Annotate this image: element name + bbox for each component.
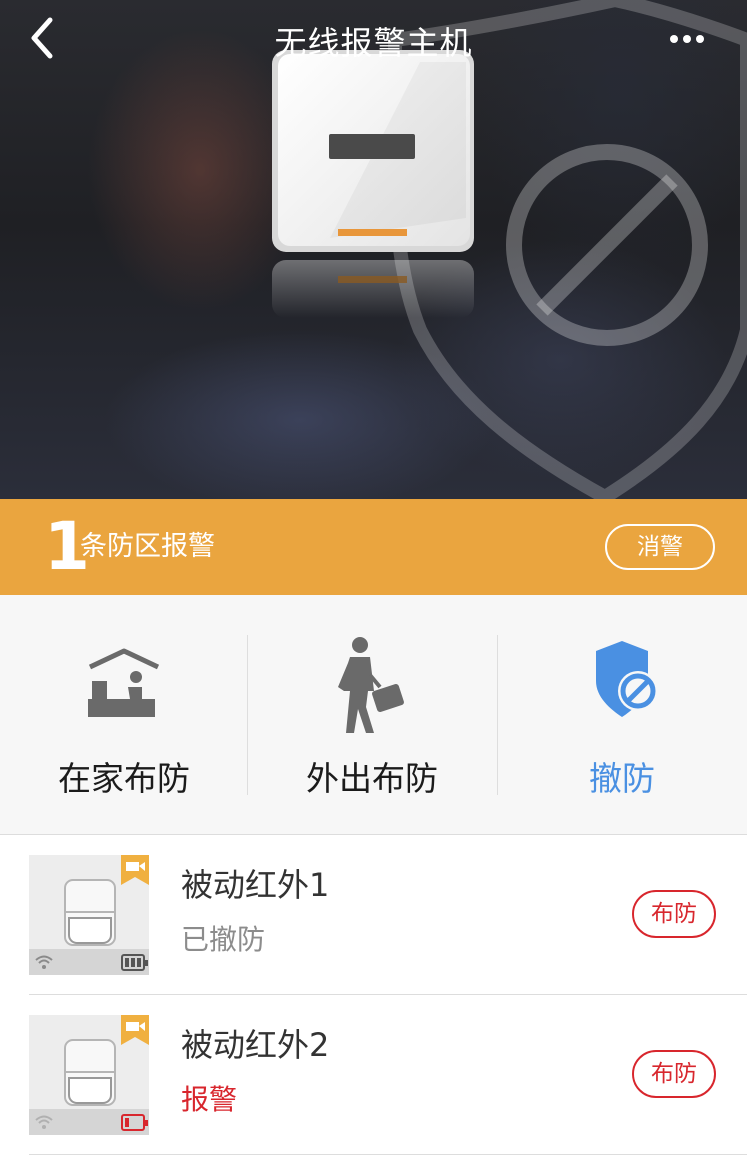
silence-alarm-button[interactable]: 消警 [605, 524, 715, 570]
device-name: 被动红外1 [181, 866, 330, 904]
wifi-icon [35, 1115, 53, 1129]
device-status: 报警 [181, 1083, 238, 1116]
arm-mode-panel: 在家布防 外出布防 撤防 [0, 595, 747, 835]
device-row[interactable]: 被动红外1 已撤防 布防 [29, 835, 747, 995]
device-thumbnail [29, 1015, 149, 1135]
alarm-host-device-image [272, 50, 474, 318]
mode-away-label: 外出布防 [306, 759, 438, 798]
device-status: 已撤防 [181, 923, 266, 956]
battery-icon [121, 954, 148, 971]
battery-low-icon [121, 1114, 148, 1131]
home-arm-icon [88, 648, 160, 717]
mode-away-arm[interactable]: 外出布防 [248, 595, 496, 835]
device-name: 被动红外2 [181, 1026, 330, 1064]
away-arm-icon [338, 637, 404, 733]
alarm-text: 条防区报警 [80, 531, 215, 562]
mode-disarm[interactable]: 撤防 [498, 595, 746, 835]
mode-disarm-label: 撤防 [589, 759, 655, 798]
disarm-shield-icon [596, 641, 658, 717]
mode-home-label: 在家布防 [58, 759, 190, 798]
wifi-icon [35, 955, 53, 969]
alarm-notification-bar: 1 条防区报警 消警 [0, 499, 747, 595]
mode-home-arm[interactable]: 在家布防 [0, 595, 248, 835]
arm-button[interactable]: 布防 [632, 890, 716, 938]
device-row[interactable]: 被动红外2 报警 布防 [29, 995, 747, 1155]
device-thumbnail [29, 855, 149, 975]
arm-button[interactable]: 布防 [632, 1050, 716, 1098]
hero-banner: 无线报警主机 [0, 0, 747, 499]
page-title: 无线报警主机 [274, 24, 473, 62]
